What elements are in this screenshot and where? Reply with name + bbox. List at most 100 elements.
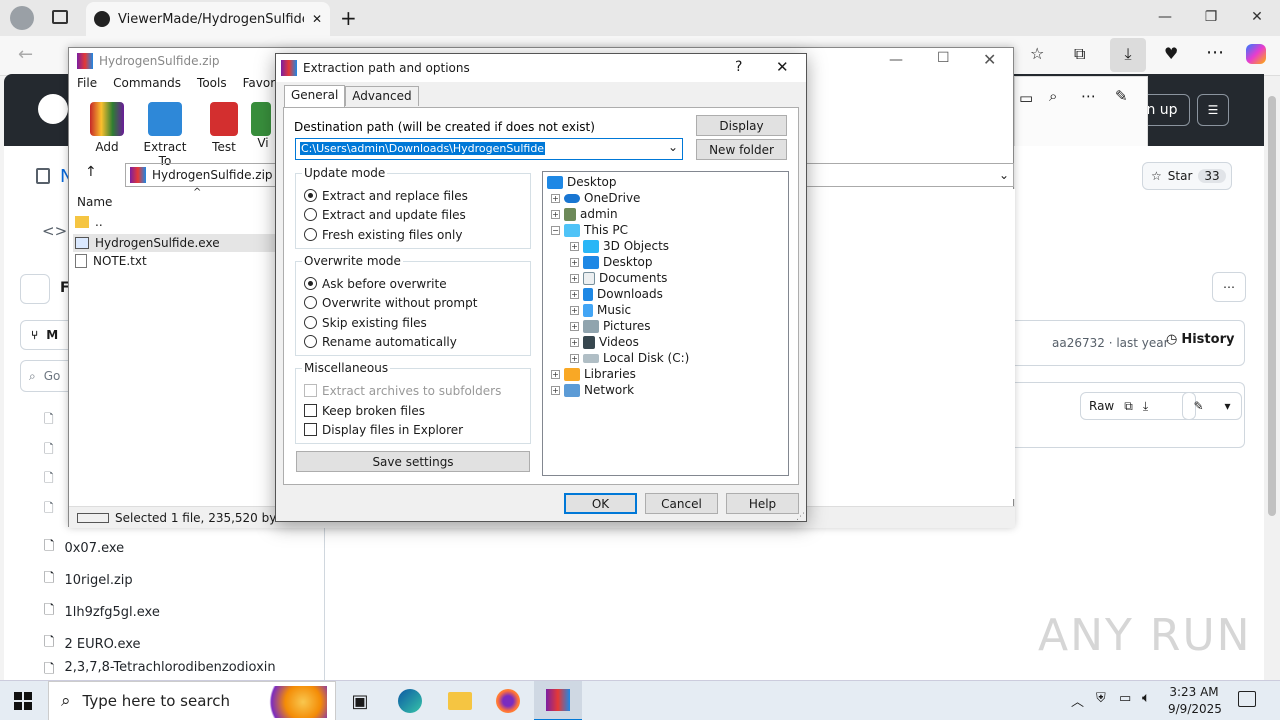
firefox-icon[interactable] xyxy=(494,687,522,715)
close-tab-icon[interactable]: ✕ xyxy=(312,12,322,26)
expand-icon[interactable]: + xyxy=(551,193,560,203)
browser-maximize-button[interactable]: ❐ xyxy=(1188,0,1234,34)
radio-rename-auto[interactable]: Rename automatically xyxy=(304,332,457,351)
list-item[interactable]: 🗋 0x07.exe xyxy=(44,532,124,564)
taskbar-clock[interactable]: 3:23 AM 9/9/2025 xyxy=(1168,684,1222,718)
favorites-icon[interactable]: ☆ xyxy=(1030,44,1044,63)
tree-item-this-pc[interactable]: − This PC xyxy=(551,222,628,238)
expand-icon[interactable]: + xyxy=(570,305,579,315)
start-windows-icon[interactable] xyxy=(14,692,32,710)
expand-icon[interactable]: + xyxy=(570,353,579,363)
raw-button[interactable]: Raw ⧉ ⤓ xyxy=(1080,392,1196,420)
list-item[interactable]: 🗋 2,3,7,8-Tetrachlorodibenzodioxin xyxy=(44,660,276,680)
download-icon[interactable]: ⤓ xyxy=(1143,399,1148,414)
pin-icon[interactable]: ✎ xyxy=(1115,87,1128,105)
expand-icon[interactable]: + xyxy=(570,321,579,331)
ok-button[interactable]: OK xyxy=(564,493,637,514)
winrar-maximize-button[interactable]: ☐ xyxy=(937,50,950,66)
copy-icon[interactable]: ⧉ xyxy=(1124,399,1133,414)
expand-icon[interactable]: + xyxy=(551,209,560,219)
menu-commands[interactable]: Commands xyxy=(113,76,181,96)
sidebar-toggle-icon[interactable] xyxy=(20,274,50,304)
tree-item-pictures[interactable]: + Pictures xyxy=(570,318,651,334)
tree-item-desktop[interactable]: + Desktop xyxy=(570,254,653,270)
browser-minimize-button[interactable]: — xyxy=(1142,0,1188,34)
menu-file[interactable]: File xyxy=(77,76,97,96)
display-button[interactable]: Display xyxy=(696,115,787,136)
star-button[interactable]: ☆ Star 33 xyxy=(1142,162,1232,190)
tree-item-videos[interactable]: + Videos xyxy=(570,334,639,350)
page-scrollbar[interactable] xyxy=(1264,76,1280,680)
chevron-down-icon[interactable]: ⌄ xyxy=(668,140,678,154)
tree-item-music[interactable]: + Music xyxy=(570,302,631,318)
column-header-name[interactable]: Name xyxy=(77,195,112,209)
list-item[interactable]: 🗋 10rigel.zip xyxy=(44,564,133,596)
toolbar-view-button[interactable]: Vi xyxy=(251,102,275,150)
toolbar-test-button[interactable]: Test xyxy=(196,102,252,154)
dialog-close-button[interactable]: ✕ xyxy=(776,58,789,76)
tray-network-icon[interactable]: ▭ xyxy=(1119,691,1131,706)
destination-path-combobox[interactable]: C:\Users\admin\Downloads\HydrogenSulfide… xyxy=(295,138,683,160)
winrar-minimize-button[interactable]: — xyxy=(889,52,903,68)
radio-skip-existing[interactable]: Skip existing files xyxy=(304,313,427,332)
scrollbar-thumb[interactable] xyxy=(1268,96,1276,516)
cancel-button[interactable]: Cancel xyxy=(645,493,718,514)
file-explorer-icon[interactable] xyxy=(446,687,474,715)
expand-icon[interactable]: + xyxy=(570,241,579,251)
profile-icon[interactable] xyxy=(10,6,34,30)
browser-essentials-icon[interactable]: ♥ xyxy=(1164,44,1178,63)
checkbox-display-explorer[interactable]: Display files in Explorer xyxy=(304,420,463,439)
tree-item-onedrive[interactable]: + OneDrive xyxy=(551,190,640,206)
history-button[interactable]: ◷ History xyxy=(1166,332,1234,347)
tree-item-admin[interactable]: + admin xyxy=(551,206,618,222)
tray-chevron-icon[interactable]: ︿ xyxy=(1071,691,1084,710)
tab-general[interactable]: General xyxy=(284,85,346,107)
radio-extract-update[interactable]: Extract and update files xyxy=(304,205,466,224)
downloads-icon[interactable]: ⤓ xyxy=(1110,38,1146,72)
expand-icon[interactable]: + xyxy=(551,385,560,395)
toolbar-add-button[interactable]: Add xyxy=(79,102,135,154)
toolbar-extract-button[interactable]: Extract To xyxy=(137,102,193,168)
tab-actions-icon[interactable] xyxy=(52,10,68,24)
edge-icon[interactable] xyxy=(396,687,424,715)
expand-icon[interactable]: + xyxy=(570,337,579,347)
help-button[interactable]: Help xyxy=(726,493,799,514)
radio-ask-overwrite[interactable]: Ask before overwrite xyxy=(304,274,447,293)
tab-advanced[interactable]: Advanced xyxy=(345,86,419,106)
browser-tab[interactable]: ViewerMade/HydrogenSulfide.zip ✕ xyxy=(86,2,330,36)
folder-icon[interactable]: ▭ xyxy=(1019,89,1033,107)
menu-tools[interactable]: Tools xyxy=(197,76,227,96)
radio-fresh-existing[interactable]: Fresh existing files only xyxy=(304,225,462,244)
list-item[interactable]: 🗋 2 EURO.exe xyxy=(44,628,141,660)
winrar-taskbar-button[interactable] xyxy=(534,681,582,720)
github-menu-icon[interactable]: ☰ xyxy=(1197,94,1229,126)
checkbox-keep-broken[interactable]: Keep broken files xyxy=(304,401,425,420)
expand-icon[interactable]: + xyxy=(570,289,579,299)
more-icon[interactable]: ⋯ xyxy=(1206,42,1224,63)
tree-item-network[interactable]: + Network xyxy=(551,382,634,398)
new-tab-button[interactable]: + xyxy=(340,6,357,30)
new-folder-button[interactable]: New folder xyxy=(696,139,787,160)
tree-item-local-disk[interactable]: + Local Disk (C:) xyxy=(570,350,689,366)
tree-item-3d-objects[interactable]: +3D Objects xyxy=(570,238,669,254)
tree-item-libraries[interactable]: + Libraries xyxy=(551,366,636,382)
browser-close-button[interactable]: ✕ xyxy=(1234,0,1280,34)
radio-overwrite-no-prompt[interactable]: Overwrite without prompt xyxy=(304,293,477,312)
tree-item-desktop-root[interactable]: Desktop xyxy=(547,174,617,190)
task-view-icon[interactable]: ▣ xyxy=(346,687,374,715)
more-downloads-icon[interactable]: ⋯ xyxy=(1081,87,1096,105)
github-logo-icon[interactable] xyxy=(38,94,68,124)
table-row[interactable]: NOTE.txt xyxy=(75,254,147,268)
commit-info[interactable]: aa26732 · last year xyxy=(1052,336,1169,350)
expand-icon[interactable]: + xyxy=(570,273,579,283)
expand-icon[interactable]: + xyxy=(551,369,560,379)
up-arrow-icon[interactable]: ↑ xyxy=(85,164,97,180)
back-icon[interactable]: ← xyxy=(18,44,33,65)
winrar-close-button[interactable]: ✕ xyxy=(983,50,996,69)
search-icon[interactable]: ⌕ xyxy=(1049,87,1057,105)
tray-security-icon[interactable]: ⛨ xyxy=(1096,691,1106,706)
expand-icon[interactable]: + xyxy=(570,257,579,267)
radio-extract-replace[interactable]: Extract and replace files xyxy=(304,186,468,205)
list-item[interactable]: 🗋 1lh9zfg5gl.exe xyxy=(44,596,160,628)
save-settings-button[interactable]: Save settings xyxy=(296,451,530,472)
